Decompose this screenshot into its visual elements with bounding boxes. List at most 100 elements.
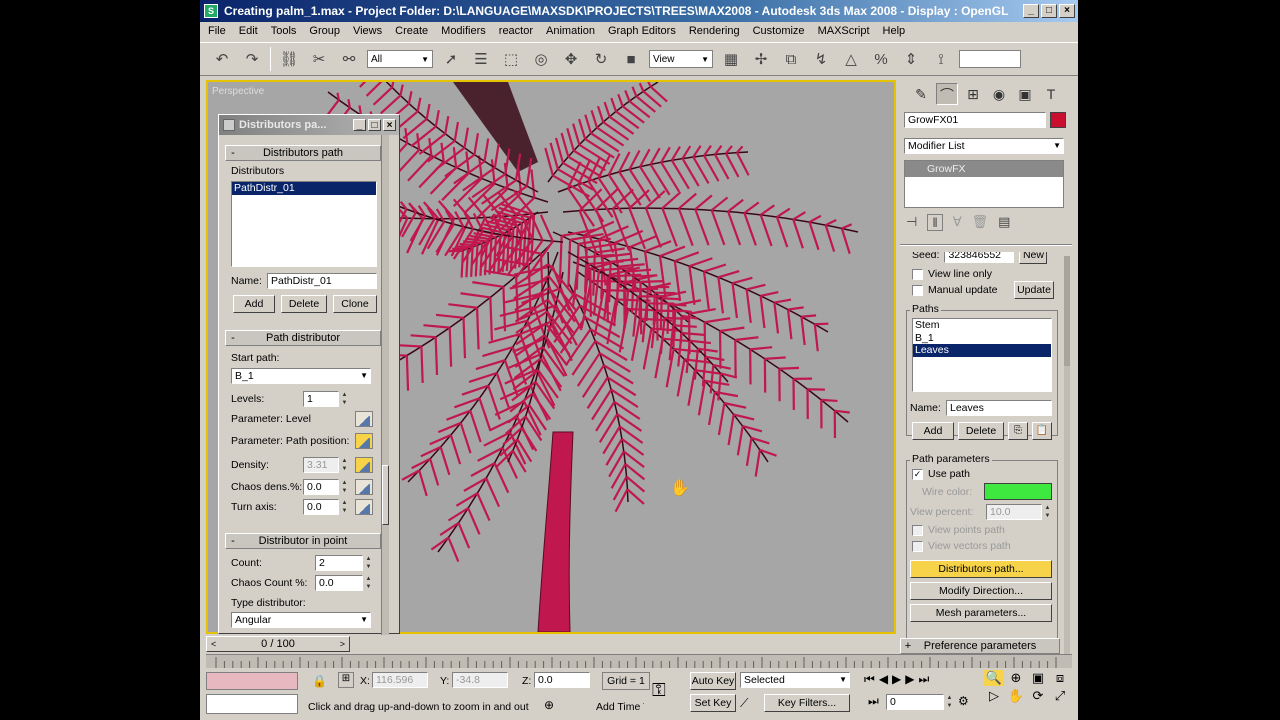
select-manipulate-icon[interactable]: ✢	[749, 47, 773, 71]
utilities-tab-icon[interactable]: T	[1040, 83, 1062, 105]
add-time-tag-button[interactable]: Add Time Tag	[596, 698, 644, 716]
distributor-name-field[interactable]: PathDistr_01	[267, 273, 377, 289]
add-path-button[interactable]: Add	[912, 422, 954, 440]
menu-animation[interactable]: Animation	[546, 25, 595, 37]
default-tangents-icon[interactable]: ⟋	[740, 696, 748, 711]
spinner-snap-icon[interactable]: ⇕	[899, 47, 923, 71]
close-button[interactable]: ×	[1059, 4, 1075, 18]
time-configuration-icon[interactable]: ⚙	[958, 694, 969, 708]
set-key-button[interactable]: Set Key	[690, 694, 736, 712]
modify-direction-button[interactable]: Modify Direction...	[910, 582, 1052, 600]
object-name-field[interactable]: GrowFX01	[904, 112, 1046, 128]
view-percent-spinner[interactable]: ▲ ▼	[1043, 504, 1052, 520]
list-item[interactable]: Leaves	[913, 344, 1051, 357]
percent-snap-icon[interactable]: %	[869, 47, 893, 71]
angle-snap-icon[interactable]: △	[839, 47, 863, 71]
previous-frame-icon[interactable]: ◀	[879, 672, 888, 687]
view-line-only-checkbox[interactable]	[912, 268, 923, 280]
rotate-icon[interactable]: ↻	[589, 47, 613, 71]
rectangular-selection-icon[interactable]: ⬚	[499, 47, 523, 71]
viewport-label[interactable]: Perspective	[212, 86, 264, 97]
absolute-mode-icon[interactable]: ⊞	[338, 672, 354, 688]
use-path-checkbox[interactable]: ✓	[912, 468, 923, 480]
ref-coord-dropdown[interactable]: View ▼	[649, 50, 713, 68]
level-graph-icon[interactable]	[355, 411, 373, 427]
density-field[interactable]: 3.31	[303, 457, 339, 473]
path-position-graph-icon[interactable]	[355, 433, 373, 449]
maxscript-listener[interactable]	[206, 672, 298, 690]
view-vectors-path-checkbox[interactable]	[912, 540, 923, 552]
paths-list[interactable]: Stem B_1 Leaves	[912, 318, 1052, 392]
paste-path-icon[interactable]: 📋	[1032, 422, 1052, 440]
update-button[interactable]: Update	[1014, 281, 1054, 299]
chaos-dens-field[interactable]: 0.0	[303, 479, 339, 495]
density-spinner[interactable]: ▲ ▼	[340, 457, 349, 473]
object-color-swatch[interactable]	[1050, 112, 1066, 128]
menu-help[interactable]: Help	[883, 25, 906, 37]
key-mode-icon[interactable]: ⚿	[652, 680, 666, 701]
remove-modifier-icon[interactable]: 🗑	[972, 214, 989, 231]
modifier-stack[interactable]: GrowFX	[904, 160, 1064, 208]
move-icon[interactable]: ✥	[559, 47, 583, 71]
list-item[interactable]: B_1	[913, 332, 1051, 344]
time-slider-thumb[interactable]: < 0 / 100 >	[206, 636, 350, 652]
app-icon[interactable]: S	[204, 4, 218, 18]
use-path-row[interactable]: ✓ Use path	[912, 468, 970, 480]
scale-icon[interactable]: ■	[619, 47, 643, 71]
current-frame-field[interactable]: 0	[886, 694, 944, 710]
pan-icon[interactable]: ✋	[1006, 688, 1026, 704]
type-distributor-dropdown[interactable]: Angular ▼	[231, 612, 371, 628]
distributors-path-button[interactable]: Distributors path...	[910, 560, 1052, 578]
menu-create[interactable]: Create	[395, 25, 428, 37]
rollout-path-distributor[interactable]: - Path distributor	[225, 330, 381, 346]
chaos-count-field[interactable]: 0.0	[315, 575, 363, 591]
time-slider[interactable]: < 0 / 100 >	[206, 636, 1072, 652]
chaos-dens-spinner[interactable]: ▲ ▼	[340, 479, 349, 495]
start-path-dropdown[interactable]: B_1 ▼	[231, 368, 371, 384]
stack-item[interactable]: GrowFX	[905, 161, 1063, 177]
make-unique-icon[interactable]: ∀	[953, 214, 962, 231]
path-name-field[interactable]: Leaves	[946, 400, 1052, 416]
menu-modifiers[interactable]: Modifiers	[441, 25, 486, 37]
next-frame-icon[interactable]: >	[340, 639, 345, 649]
command-panel-scrollbar[interactable]	[1064, 256, 1070, 656]
redo-icon[interactable]: ↷	[240, 47, 264, 71]
current-frame-spinner[interactable]: ▲ ▼	[945, 694, 954, 710]
bind-spacewarp-icon[interactable]: ⚯	[337, 47, 361, 71]
x-coordinate-field[interactable]: 116.596	[372, 672, 428, 688]
menu-group[interactable]: Group	[309, 25, 340, 37]
menu-views[interactable]: Views	[353, 25, 382, 37]
dialog-scroll-thumb[interactable]	[382, 465, 389, 525]
dialog-title-bar[interactable]: Distributors pa... _ □ ×	[219, 115, 399, 135]
create-tab-icon[interactable]: ✎	[910, 83, 932, 105]
clone-distributor-button[interactable]: Clone	[333, 295, 377, 313]
time-tag-icon[interactable]: ⊕	[544, 698, 554, 712]
turn-axis-spinner[interactable]: ▲ ▼	[340, 499, 349, 515]
list-item[interactable]: PathDistr_01	[232, 182, 376, 195]
menu-rendering[interactable]: Rendering	[689, 25, 740, 37]
view-percent-field[interactable]: 10.0	[986, 504, 1042, 520]
selection-set-dropdown[interactable]: Selected ▼	[740, 672, 850, 688]
menu-file[interactable]: File	[208, 25, 226, 37]
seed-field[interactable]: 323846552	[944, 252, 1015, 263]
lock-selection-icon[interactable]: 🔒	[312, 674, 327, 688]
delete-distributor-button[interactable]: Delete	[281, 295, 327, 313]
play-icon[interactable]: ▶	[892, 672, 901, 687]
named-selection-field[interactable]	[959, 50, 1021, 68]
menu-graph-editors[interactable]: Graph Editors	[608, 25, 676, 37]
key-mode-toggle-icon[interactable]: ⏭	[868, 694, 879, 709]
zoom-all-icon[interactable]: ⊕	[1006, 670, 1026, 686]
maxscript-mini-field[interactable]	[206, 694, 298, 714]
modifier-list-dropdown[interactable]: Modifier List ▼	[904, 138, 1064, 154]
rollout-distributors-path[interactable]: - Distributors path	[225, 145, 381, 161]
manual-update-checkbox[interactable]	[912, 284, 923, 296]
configure-sets-icon[interactable]: ▤	[998, 214, 1010, 231]
wire-color-swatch[interactable]	[984, 483, 1052, 500]
window-crossing-icon[interactable]: ◎	[529, 47, 553, 71]
link-icon[interactable]: ⛓	[277, 47, 301, 71]
show-end-result-icon[interactable]: ‖	[927, 214, 943, 231]
copy-path-icon[interactable]: ⎘	[1008, 422, 1028, 440]
count-spinner[interactable]: ▲ ▼	[364, 555, 373, 571]
levels-field[interactable]: 1	[303, 391, 339, 407]
hierarchy-tab-icon[interactable]: ⊞	[962, 83, 984, 105]
